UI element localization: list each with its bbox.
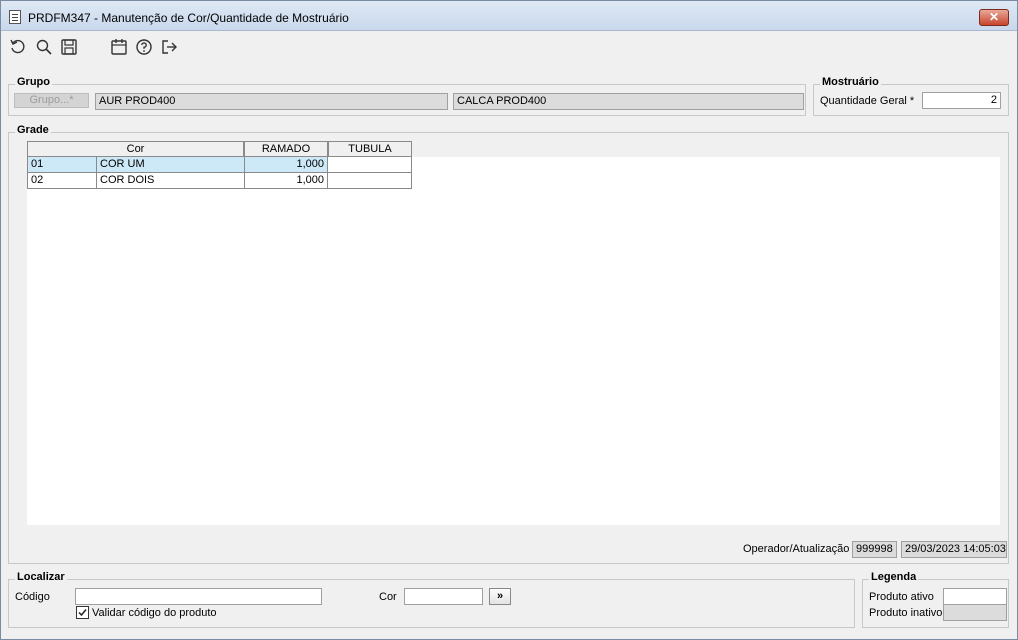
grupo-button[interactable]: Grupo...* [14, 93, 89, 108]
grupo-legend: Grupo [15, 76, 52, 88]
calendar-icon[interactable] [110, 38, 128, 56]
row-2-name[interactable]: COR DOIS [96, 173, 245, 189]
row-1-ramado[interactable]: 1,000 [244, 157, 328, 173]
help-icon[interactable] [135, 38, 153, 56]
search-go-button[interactable]: » [489, 588, 511, 605]
row-2-ramado[interactable]: 1,000 [244, 173, 328, 189]
quantidade-geral-label: Quantidade Geral * [820, 95, 915, 107]
main-window: PRDFM347 - Manutenção de Cor/Quantidade … [0, 0, 1018, 640]
row-2-code[interactable]: 02 [27, 173, 97, 189]
row-1-tubula[interactable] [327, 157, 412, 173]
validar-label: Validar código do produto [92, 607, 217, 619]
produto-inativo-swatch [943, 604, 1007, 621]
produto-ativo-label: Produto ativo [869, 591, 934, 603]
validar-checkbox[interactable] [76, 606, 89, 619]
exit-icon[interactable] [160, 38, 178, 56]
grade-table-area [27, 157, 1000, 525]
save-icon[interactable] [60, 38, 78, 56]
row-2-tubula[interactable] [327, 173, 412, 189]
column-header-tubula[interactable]: TUBULA [328, 141, 412, 157]
grupo-field-2: CALCA PROD400 [453, 93, 804, 110]
codigo-label: Código [15, 591, 50, 603]
row-1-name[interactable]: COR UM [96, 157, 245, 173]
operador-user: 999998 [852, 541, 897, 558]
column-header-cor[interactable]: Cor [27, 141, 244, 157]
toolbar [1, 32, 1017, 62]
search-icon[interactable] [35, 38, 53, 56]
quantidade-geral-input[interactable]: 2 [922, 92, 1001, 109]
codigo-input[interactable] [75, 588, 322, 605]
produto-inativo-label: Produto inativo [869, 607, 943, 619]
cor-label: Cor [379, 591, 397, 603]
grade-legend: Grade [15, 124, 51, 136]
operador-label: Operador/Atualização [743, 543, 850, 555]
undo-icon[interactable] [9, 38, 27, 56]
checkmark-icon [78, 609, 87, 617]
title-bar: PRDFM347 - Manutenção de Cor/Quantidade … [1, 1, 1017, 31]
grupo-field-1: AUR PROD400 [95, 93, 448, 110]
operador-timestamp: 29/03/2023 14:05:03 [901, 541, 1007, 558]
column-header-ramado[interactable]: RAMADO [244, 141, 328, 157]
row-1-code[interactable]: 01 [27, 157, 97, 173]
produto-ativo-swatch [943, 588, 1007, 605]
document-icon [9, 10, 21, 24]
close-button[interactable]: ✕ [979, 9, 1009, 26]
cor-input[interactable] [404, 588, 483, 605]
legenda-legend: Legenda [869, 571, 919, 583]
window-title: PRDFM347 - Manutenção de Cor/Quantidade … [28, 11, 349, 25]
localizar-legend: Localizar [15, 571, 67, 583]
mostruario-legend: Mostruário [820, 76, 881, 88]
